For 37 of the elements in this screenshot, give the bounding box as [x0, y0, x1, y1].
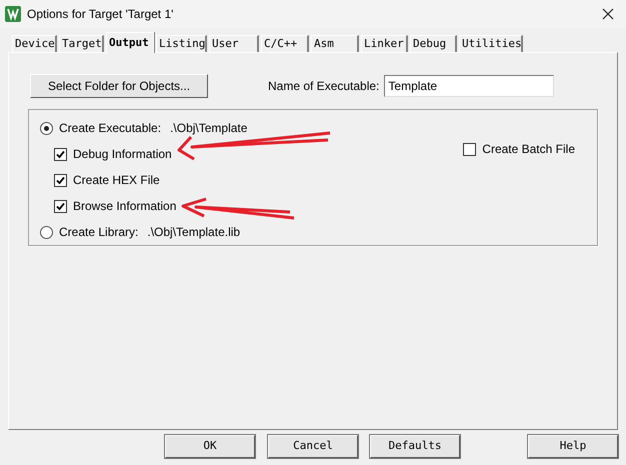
check-icon: [56, 150, 65, 158]
dialog-button[interactable]: Defaults: [370, 435, 460, 458]
tab[interactable]: Debug: [410, 35, 457, 52]
radio-button[interactable]: [40, 122, 53, 134]
tab[interactable]: Utilities: [459, 35, 523, 52]
check-icon: [56, 176, 65, 184]
dialog-button[interactable]: Cancel: [268, 435, 358, 458]
radio-button[interactable]: [40, 226, 53, 238]
output-path: .\Obj\Template.lib: [147, 224, 240, 241]
option-label: Browse Information: [73, 198, 176, 215]
executable-name-field[interactable]: Template: [384, 75, 554, 97]
tab[interactable]: Listing: [156, 35, 207, 52]
window-title: Options for Target 'Target 1': [27, 6, 174, 23]
tab[interactable]: Device: [12, 35, 57, 52]
tab[interactable]: Output: [106, 32, 154, 53]
tab[interactable]: User: [209, 35, 259, 52]
tab[interactable]: C/C++: [261, 35, 309, 52]
option-label: Create Batch File: [482, 141, 575, 158]
check-icon: [56, 202, 65, 210]
checkbox[interactable]: [54, 148, 67, 160]
option-label: Create HEX File: [73, 172, 160, 189]
select-folder-button[interactable]: Select Folder for Objects...: [30, 74, 208, 98]
option-label: Debug Information: [73, 146, 172, 163]
output-path: .\Obj\Template: [170, 120, 248, 137]
checkbox[interactable]: [54, 174, 67, 186]
field-label: Name of Executable:: [268, 78, 380, 95]
dialog-button[interactable]: Help: [528, 435, 618, 458]
tab[interactable]: Target: [59, 35, 104, 52]
tab[interactable]: Linker: [361, 35, 408, 52]
option-label: Create Executable:: [59, 120, 162, 137]
close-icon[interactable]: [602, 8, 614, 20]
checkbox[interactable]: [54, 200, 67, 212]
option-label: Create Library:: [59, 224, 138, 241]
checkbox[interactable]: [463, 142, 476, 156]
tab[interactable]: Asm: [311, 35, 359, 52]
app-logo-icon: [5, 6, 21, 22]
dialog-button[interactable]: OK: [165, 435, 255, 458]
